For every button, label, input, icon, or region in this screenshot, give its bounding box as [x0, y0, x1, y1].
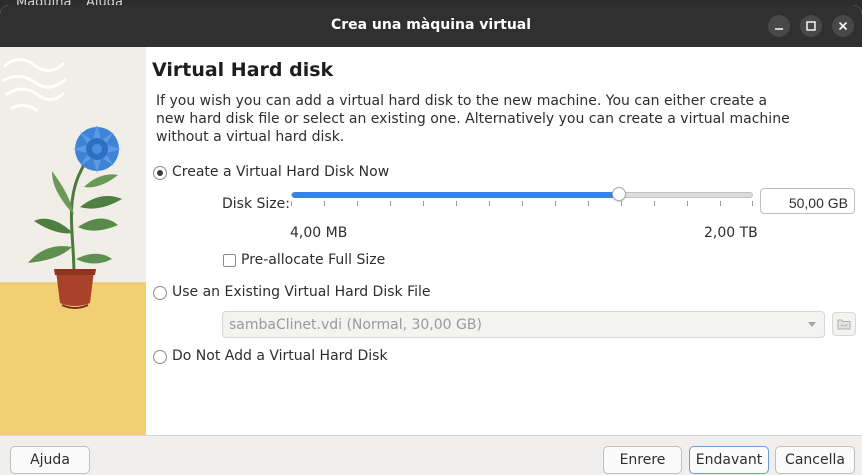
next-button[interactable]: Endavant: [689, 446, 769, 474]
button-bar: Ajuda Enrere Endavant Cancella: [0, 435, 862, 475]
maximize-icon[interactable]: [800, 15, 822, 37]
disk-size-slider[interactable]: [291, 192, 753, 198]
do-not-add-radio[interactable]: [153, 350, 167, 364]
preallocate-checkbox[interactable]: [223, 254, 236, 267]
disk-size-slider-fill: [292, 192, 621, 198]
existing-disk-select[interactable]: sambaClinet.vdi (Normal, 30,00 GB): [222, 311, 825, 338]
create-now-label[interactable]: Create a Virtual Hard Disk Now: [172, 164, 389, 180]
page-description: If you wish you can add a virtual hard d…: [156, 93, 790, 145]
disk-size-slider-handle[interactable]: [612, 187, 627, 201]
create-now-radio[interactable]: [153, 166, 167, 180]
page-title: Virtual Hard disk: [152, 59, 334, 81]
slider-min-label: 4,00 MB: [290, 225, 348, 241]
cancel-button[interactable]: Cancella: [775, 446, 855, 474]
preallocate-label[interactable]: Pre-allocate Full Size: [241, 252, 385, 268]
minimize-icon[interactable]: [768, 15, 790, 37]
disk-size-input[interactable]: [760, 188, 855, 214]
choose-disk-file-button[interactable]: [832, 312, 856, 336]
use-existing-radio[interactable]: [153, 286, 167, 300]
slider-max-label: 2,00 TB: [704, 225, 758, 241]
help-button[interactable]: Ajuda: [10, 446, 90, 474]
window-title: Crea una màquina virtual: [330, 17, 532, 33]
use-existing-label[interactable]: Use an Existing Virtual Hard Disk File: [172, 284, 431, 300]
wizard-illustration: [0, 47, 146, 435]
back-button[interactable]: Enrere: [603, 446, 682, 474]
wizard-page: Virtual Hard disk If you wish you can ad…: [146, 47, 862, 435]
close-icon[interactable]: [832, 15, 854, 37]
do-not-add-label[interactable]: Do Not Add a Virtual Hard Disk: [172, 348, 388, 364]
slider-ticks: [291, 201, 753, 209]
dialog-window: Crea una màquina virtual Virtual Hard di…: [0, 5, 862, 475]
chevron-down-icon: [808, 322, 816, 327]
folder-icon: [837, 319, 851, 330]
disk-size-label: Disk Size:: [222, 196, 290, 212]
existing-disk-select-value: sambaClinet.vdi (Normal, 30,00 GB): [229, 317, 482, 333]
title-bar[interactable]: Crea una màquina virtual: [0, 5, 862, 47]
